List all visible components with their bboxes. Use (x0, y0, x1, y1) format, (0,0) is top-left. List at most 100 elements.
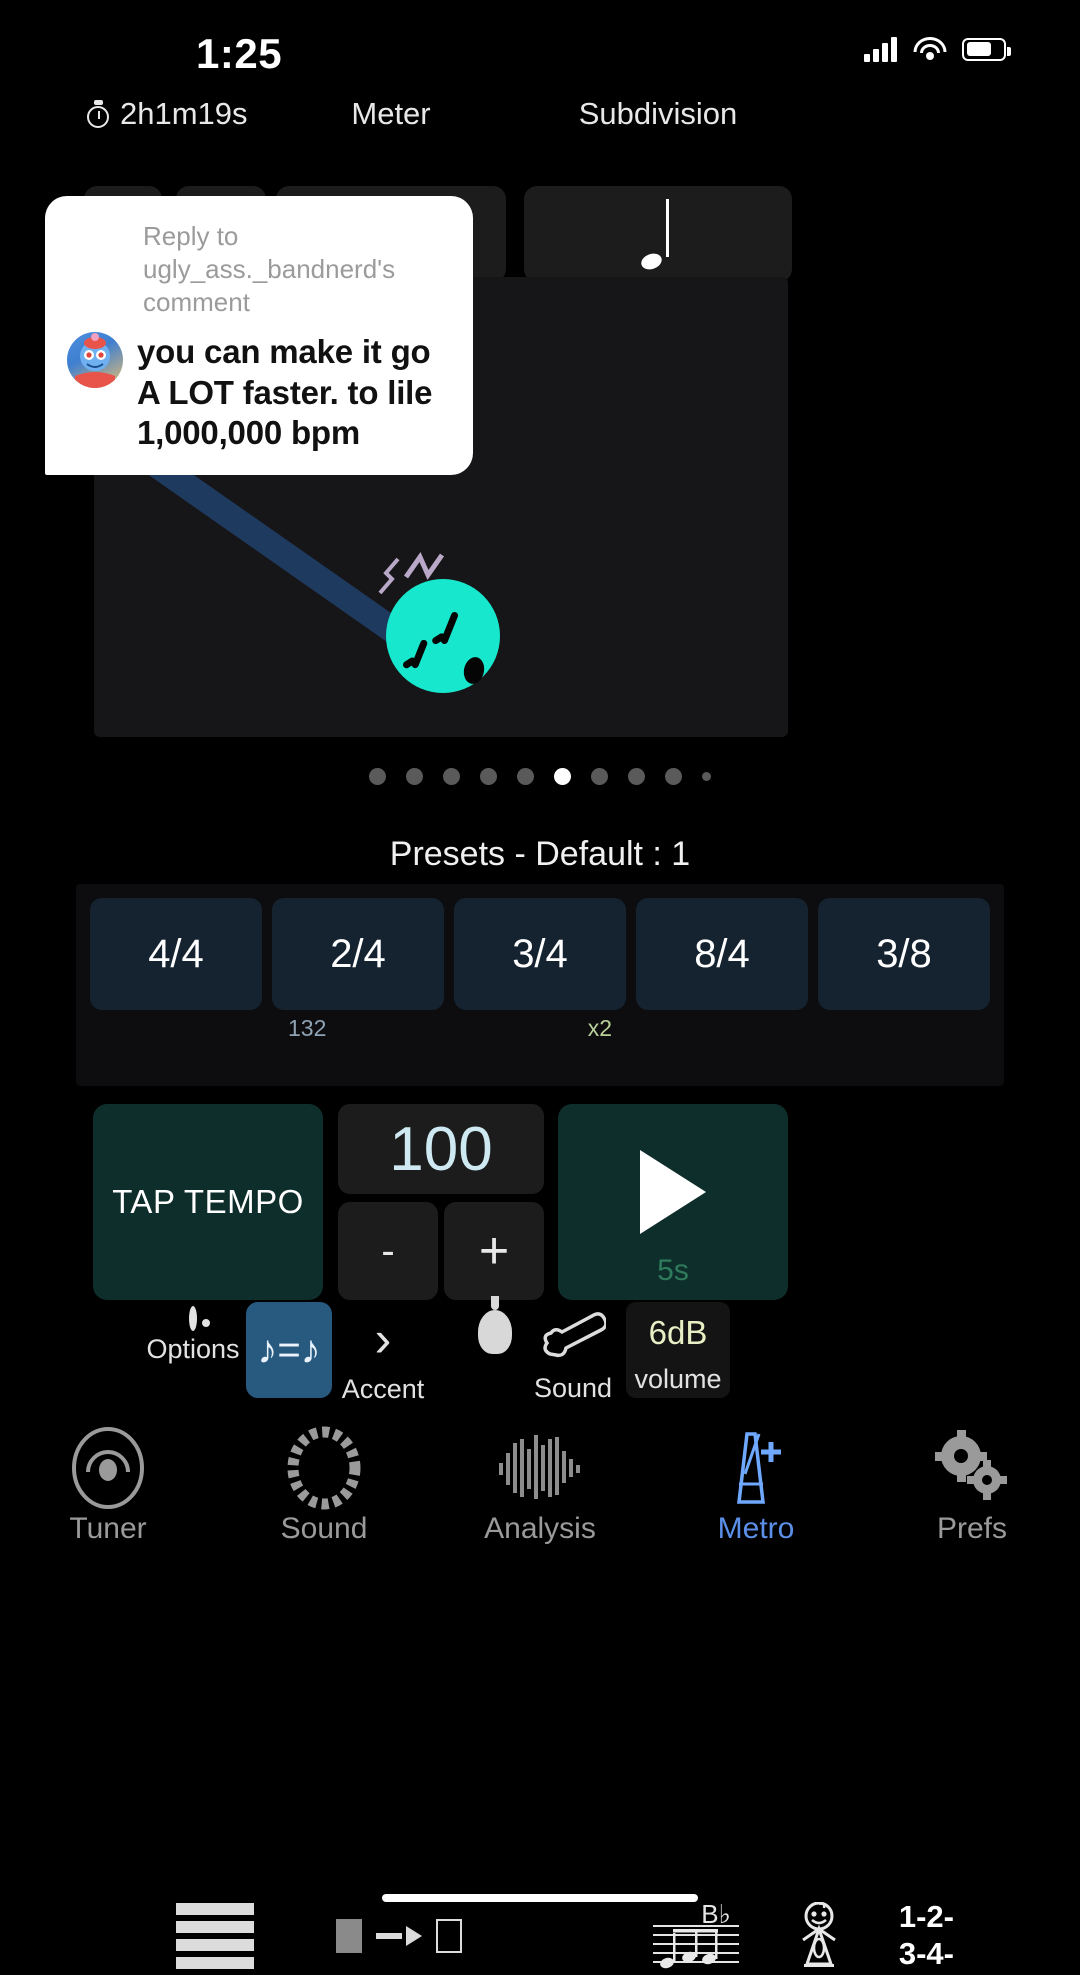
status-bar-indicators (864, 36, 1011, 62)
comment-text: you can make it go A LOT faster. to lile… (137, 333, 433, 451)
preset-multiplier: x2 (587, 1015, 612, 1041)
volume-badge: 6dB volume (626, 1302, 730, 1398)
tab-metro[interactable]: Metro (648, 1420, 864, 1550)
options-button[interactable]: Options (130, 1306, 256, 1365)
accent-label: Accent (341, 1374, 425, 1404)
bottom-tab-bar: Tuner Sound Analysis Metro Prefs (0, 1420, 1080, 1550)
preset-button[interactable]: 2/4 132 (272, 898, 444, 1041)
minus-label: - (381, 1228, 395, 1273)
volume-label: volume (634, 1364, 722, 1394)
page-dot[interactable] (406, 767, 423, 785)
plus-label: + (478, 1222, 510, 1280)
sleepy-face-emoji (386, 579, 500, 693)
conductor-robot-icon[interactable] (787, 1901, 851, 1970)
comment-overlay[interactable]: Reply to ugly_ass._bandnerd's comment yo… (45, 196, 473, 475)
metronome-plus-icon (648, 1428, 864, 1508)
tab-label: Metro (717, 1512, 795, 1545)
preset-button[interactable]: 3/8 (818, 898, 990, 1010)
gears-icon (864, 1428, 1080, 1508)
play-icon (640, 1150, 706, 1234)
sound-label: Sound (533, 1373, 613, 1403)
presets-list: 4/4 2/4 132 3/4 x2 8/4 3/8 (90, 898, 990, 1041)
count-line-1: 1-2- (898, 1899, 954, 1935)
preset-button[interactable]: 8/4 (636, 898, 808, 1010)
sound-ring-icon (216, 1426, 432, 1510)
bone-icon (540, 1312, 608, 1366)
tab-sound[interactable]: Sound (216, 1420, 432, 1550)
status-bar: 1:25 (0, 0, 1080, 96)
bpm-increase-button[interactable]: + (444, 1202, 544, 1300)
page-dot[interactable] (517, 767, 534, 785)
note-equals-button[interactable]: ♪=♪ (246, 1302, 332, 1398)
chevron-right-icon: › (374, 1311, 392, 1367)
bpm-value: 100 (389, 1114, 493, 1184)
app-screen: 1:25 2h1m19s Meter Subdivision 2/4 (0, 0, 1080, 1971)
empty-square-icon (436, 1919, 462, 1953)
waveform-icon (432, 1428, 648, 1508)
gear-icon (189, 1306, 197, 1331)
page-dot[interactable] (628, 767, 645, 785)
status-bar-time: 1:25 (196, 30, 283, 77)
count-pattern[interactable]: 1-2- 3-4- (899, 1899, 954, 1972)
preset-toolbar: B♭ 1-2- 3-4- (90, 1899, 990, 1972)
note-equals-icon: ♪=♪ (246, 1302, 332, 1398)
page-dot[interactable] (591, 767, 608, 785)
accent-button[interactable]: › Accent (330, 1310, 436, 1405)
volume-button[interactable]: 6dB volume (626, 1302, 730, 1398)
page-dot-active[interactable] (554, 767, 571, 785)
tab-prefs[interactable]: Prefs (864, 1420, 1080, 1550)
cellular-signal-icon (864, 36, 897, 62)
shift-pattern-icon[interactable] (336, 1919, 462, 1953)
battery-icon (962, 37, 1011, 61)
tab-label: Sound (280, 1512, 368, 1545)
user-avatar[interactable] (67, 332, 123, 389)
tab-tuner[interactable]: Tuner (0, 1420, 216, 1550)
play-button[interactable]: 5s (558, 1104, 788, 1300)
page-dot[interactable] (480, 767, 497, 785)
tap-tempo-button[interactable]: TAP TEMPO (93, 1104, 323, 1300)
volume-value: 6dB (648, 1314, 708, 1351)
subdivision-label: Subdivision (578, 96, 738, 131)
tap-tempo-label: TAP TEMPO (112, 1183, 304, 1220)
tab-label: Prefs (936, 1512, 1008, 1545)
music-staff-icon[interactable]: B♭ (652, 1899, 739, 1969)
page-dot[interactable] (369, 767, 386, 785)
list-icon[interactable] (176, 1903, 254, 1969)
meter-label: Meter (351, 96, 431, 131)
page-dot[interactable] (443, 767, 460, 785)
options-label: Options (146, 1334, 240, 1364)
wifi-icon (913, 37, 946, 61)
preset-signature: 2/4 (330, 931, 386, 976)
top-control-labels: 2h1m19s Meter Subdivision (0, 96, 1080, 140)
count-line-2: 3-4- (898, 1936, 954, 1971)
preset-toolbar-right: B♭ 1-2- 3-4- (652, 1899, 990, 1972)
bpm-display[interactable]: 100 (338, 1104, 544, 1194)
page-indicator[interactable] (0, 756, 1080, 796)
transport-controls: TAP TEMPO 100 - + 5s (0, 1104, 1080, 1304)
page-dot[interactable] (702, 771, 711, 781)
tab-analysis[interactable]: Analysis (432, 1420, 648, 1550)
preset-signature: 3/4 (512, 931, 568, 976)
preset-signature: 3/8 (876, 931, 932, 976)
tab-label: Analysis (484, 1512, 596, 1545)
preset-button[interactable]: 3/4 x2 (454, 898, 626, 1041)
home-indicator (382, 1894, 698, 1902)
preset-signature: 4/4 (148, 931, 204, 976)
session-timer-value: 2h1m19s (120, 96, 248, 131)
tab-label: Tuner (69, 1512, 147, 1545)
preset-signature: 8/4 (694, 931, 750, 976)
tuner-icon (0, 1427, 216, 1509)
subdivision-button[interactable] (524, 186, 792, 282)
page-dot[interactable] (665, 767, 682, 785)
presets-title: Presets - Default : 1 (389, 835, 691, 873)
arrow-right-icon (376, 1924, 422, 1948)
play-seconds: 5s (657, 1254, 689, 1287)
comment-body: you can make it go A LOT faster. to lile… (67, 332, 451, 453)
quarter-note-icon (639, 199, 675, 273)
presets-panel: 4/4 2/4 132 3/4 x2 8/4 3/8 B♭ 1-2- 3-4- (76, 884, 1004, 1971)
sound-button[interactable]: Sound (518, 1310, 628, 1404)
bpm-decrease-button[interactable]: - (338, 1202, 438, 1300)
stopwatch-icon (86, 100, 112, 128)
preset-button[interactable]: 4/4 (90, 898, 262, 1010)
session-timer[interactable]: 2h1m19s (86, 96, 248, 132)
